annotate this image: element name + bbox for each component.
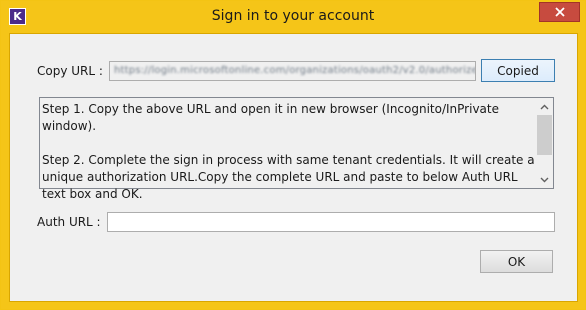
instruction-step-2: Step 2. Complete the sign in process wit… xyxy=(42,153,535,201)
ok-button[interactable]: OK xyxy=(480,250,553,273)
window-title: Sign in to your account xyxy=(211,8,375,24)
auth-url-input[interactable] xyxy=(107,212,555,232)
copy-url-value: https://login.microsoftonline.com/organi… xyxy=(114,65,476,76)
copied-button[interactable]: Copied xyxy=(481,59,555,82)
title-bar[interactable]: K Sign in to your account xyxy=(1,1,585,33)
sign-in-dialog: K Sign in to your account Copy URL : htt… xyxy=(0,0,586,310)
copy-url-label: Copy URL : xyxy=(37,64,103,78)
dialog-body: Copy URL : https://login.microsoftonline… xyxy=(9,33,578,302)
close-icon xyxy=(554,7,565,17)
instructions-scrollbar[interactable] xyxy=(536,98,553,188)
instructions-textbox[interactable]: Step 1. Copy the above URL and open it i… xyxy=(39,97,554,201)
auth-url-label: Auth URL : xyxy=(37,215,101,229)
copy-url-field[interactable]: https://login.microsoftonline.com/organi… xyxy=(109,61,476,81)
instruction-step-1: Step 1. Copy the above URL and open it i… xyxy=(42,102,499,133)
scroll-thumb[interactable] xyxy=(537,115,552,155)
instructions-text: Step 1. Copy the above URL and open it i… xyxy=(42,101,537,203)
close-button[interactable] xyxy=(539,2,580,22)
scroll-down-arrow-icon[interactable] xyxy=(536,171,553,188)
scroll-up-arrow-icon[interactable] xyxy=(536,98,553,115)
